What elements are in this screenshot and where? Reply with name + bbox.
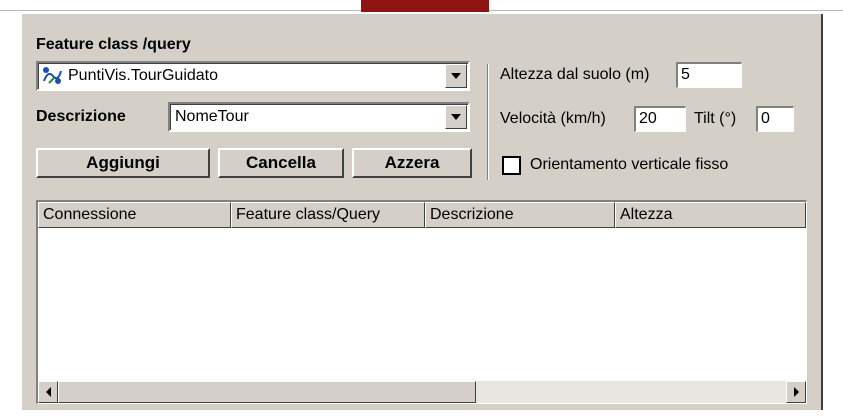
scroll-thumb[interactable] [58,381,476,403]
descrizione-dropdown-button[interactable] [445,105,467,129]
descrizione-value: NomeTour [175,108,249,125]
chevron-down-icon [451,73,461,79]
descrizione-combo[interactable]: NomeTour [168,102,470,132]
feature-class-value: PuntiVis.TourGuidato [68,67,219,84]
dialog-panel: Feature class /query PuntiVis.TourGuidat… [22,14,823,410]
scroll-left-button[interactable] [38,381,58,403]
column-header-connessione[interactable]: Connessione [38,202,231,228]
chevron-down-icon [451,114,461,120]
column-header-feature-class[interactable]: Feature class/Query [231,202,425,228]
top-accent-tab [361,0,489,12]
scroll-right-button[interactable] [786,381,806,403]
feature-class-dropdown-button[interactable] [445,64,467,88]
aggiungi-button[interactable]: Aggiungi [36,148,210,178]
cancella-button[interactable]: Cancella [218,148,344,178]
horizontal-scrollbar[interactable] [38,381,806,403]
altezza-label: Altezza dal suolo (m) [500,66,650,83]
connections-listview[interactable]: Connessione Feature class/Query Descrizi… [36,200,807,404]
velocita-label: Velocità (km/h) [500,110,606,127]
vertical-separator [487,64,489,180]
column-header-descrizione[interactable]: Descrizione [425,202,615,228]
tilt-label: Tilt (°) [694,110,737,127]
feature-class-label: Feature class /query [36,36,191,53]
altezza-input[interactable]: 5 [676,62,742,88]
descrizione-label: Descrizione [36,108,126,125]
chevron-left-icon [45,387,51,397]
feature-class-combo[interactable]: PuntiVis.TourGuidato [36,61,470,91]
azzera-button[interactable]: Azzera [352,148,472,178]
orientamento-label[interactable]: Orientamento verticale fisso [530,156,728,174]
orientamento-checkbox[interactable] [502,156,521,175]
feature-class-icon [41,65,63,87]
chevron-right-icon [793,387,799,397]
velocita-input[interactable]: 20 [634,106,686,132]
tilt-input[interactable]: 0 [756,106,794,132]
column-header-altezza[interactable]: Altezza [615,202,806,228]
